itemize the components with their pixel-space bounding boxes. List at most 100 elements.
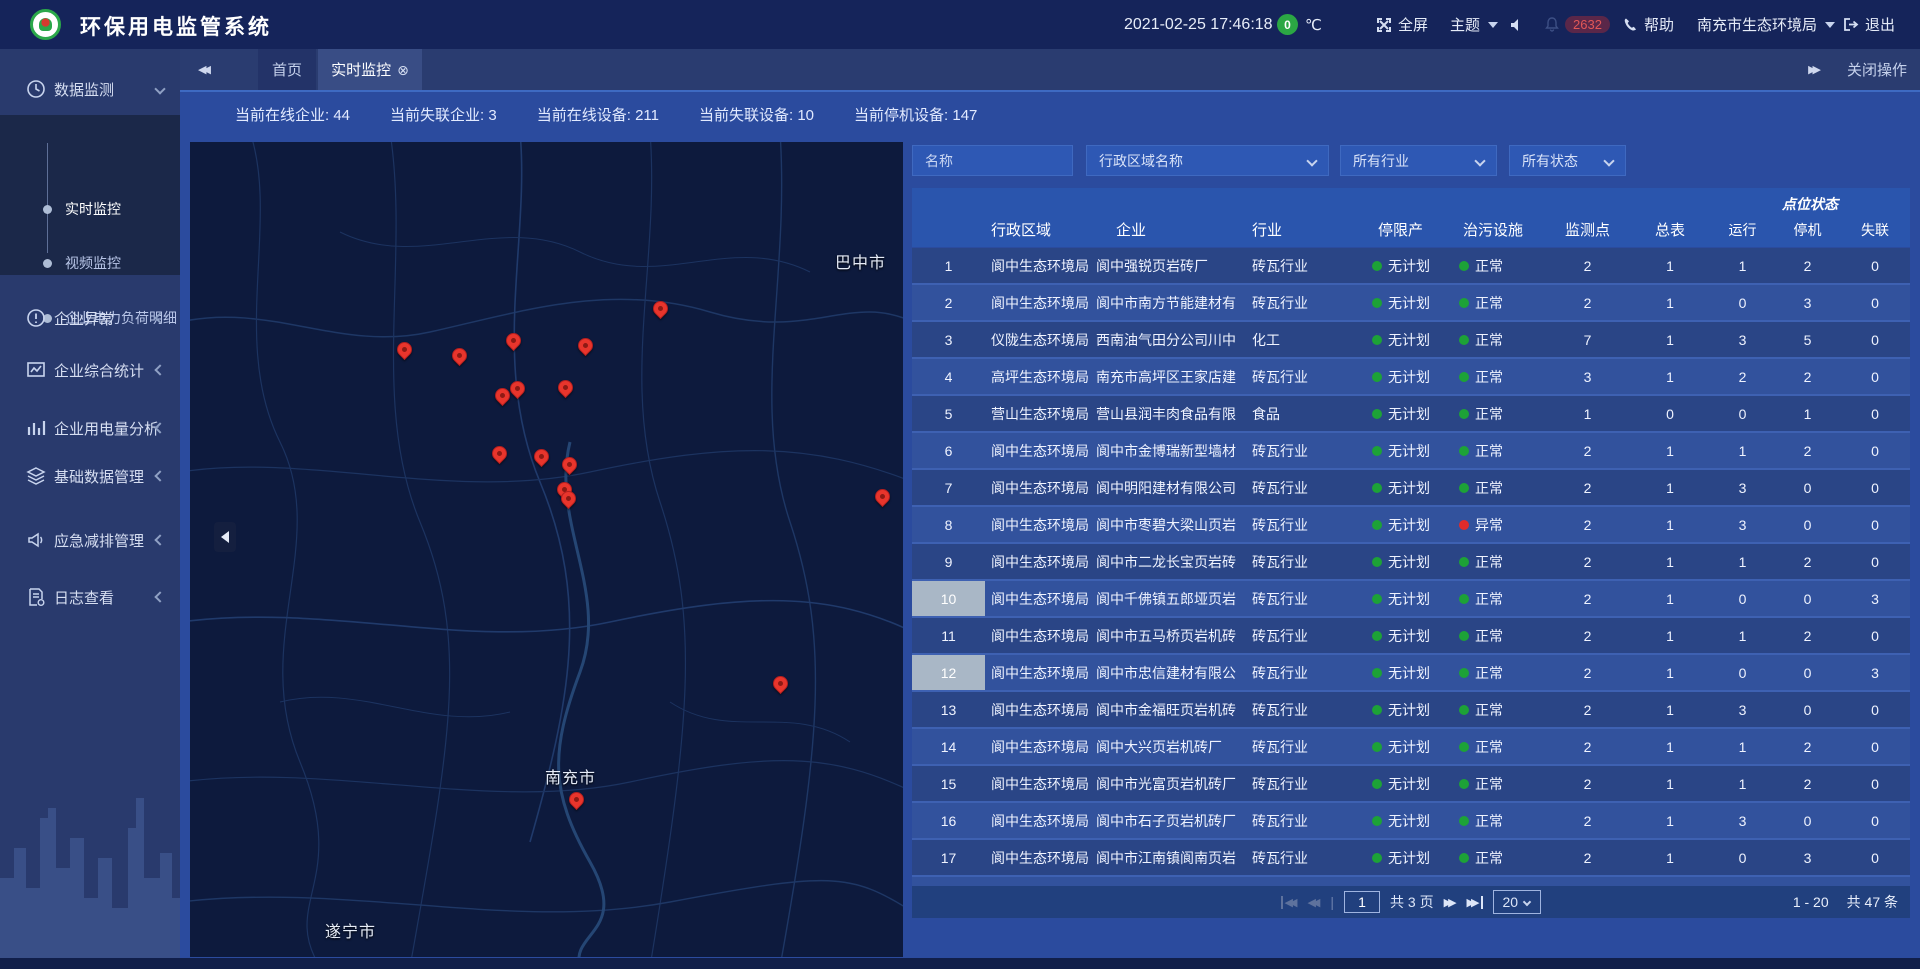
notifications-button[interactable]: 2632	[1545, 0, 1610, 49]
table-row[interactable]: 3 仪陇生态环境局 西南油气田分公司川中 化工 无计划 正常 7 1 3 5 0	[912, 322, 1910, 359]
table-row[interactable]: 18 南部生态环境局 南部县双佛土砖有限公 砖瓦行业 无计划 正常 2 1 0 …	[912, 877, 1910, 886]
tabs-scroll-right-button[interactable]: ▶▶	[1808, 63, 1821, 76]
first-page-button[interactable]: ◀◀	[1281, 896, 1298, 909]
help-button[interactable]: 帮助	[1623, 0, 1674, 49]
table-row[interactable]: 6 阆中生态环境局 阆中市金博瑞新型墙材 砖瓦行业 无计划 正常 2 1 1 2…	[912, 433, 1910, 470]
status-dot	[1372, 372, 1382, 382]
stats-window-icon	[26, 360, 46, 380]
map-roads	[190, 142, 903, 957]
app-header: 环保用电监管系统 2021-02-25 17:46:18 0 ℃ 全屏 主题 2…	[0, 0, 1920, 49]
page-number-input[interactable]	[1344, 891, 1380, 913]
table-row[interactable]: 12 阆中生态环境局 阆中市忠信建材有限公 砖瓦行业 无计划 正常 2 1 0 …	[912, 655, 1910, 692]
bar-chart-icon	[26, 418, 46, 438]
last-page-button[interactable]: ▶▶	[1467, 896, 1484, 909]
sidebar-item-company-statistics[interactable]: 企业综合统计	[0, 345, 180, 395]
table-row[interactable]: 5 营山生态环境局 营山县润丰肉食品有限 食品 无计划 正常 1 0 0 1 0	[912, 396, 1910, 433]
chevron-down-icon	[1306, 155, 1317, 166]
status-dot	[1459, 298, 1469, 308]
prev-page-button[interactable]: ◀◀	[1307, 896, 1320, 909]
status-dot	[1459, 853, 1469, 863]
sidebar-item-emergency[interactable]: 应急减排管理	[0, 515, 180, 565]
log-document-icon	[26, 587, 46, 607]
status-dot	[1372, 594, 1382, 604]
map-panel[interactable]: 巴中市 南充市 遂宁市	[190, 142, 903, 957]
table-row[interactable]: 11 阆中生态环境局 阆中市五马桥页岩机砖 砖瓦行业 无计划 正常 2 1 1 …	[912, 618, 1910, 655]
chevron-left-icon	[154, 591, 165, 602]
sidebar-item-logs[interactable]: 日志查看	[0, 572, 180, 622]
col-company: 企业	[1090, 212, 1240, 247]
page-size-select[interactable]: 20	[1493, 890, 1541, 914]
org-dropdown[interactable]: 南充市生态环境局	[1697, 0, 1835, 49]
sidebar-item-video-monitor[interactable]: 视频监控	[0, 243, 180, 283]
stats-bar: 当前在线企业: 44 当前失联企业: 3 当前在线设备: 211 当前失联设备:…	[235, 104, 977, 125]
col-index	[912, 212, 985, 247]
status-dot	[1459, 520, 1469, 530]
chevron-down-icon	[1523, 898, 1531, 906]
table-row[interactable]: 16 阆中生态环境局 阆中市石子页岩机砖厂 砖瓦行业 无计划 正常 2 1 3 …	[912, 803, 1910, 840]
table-row[interactable]: 13 阆中生态环境局 阆中市金福旺页岩机砖 砖瓦行业 无计划 正常 2 1 3 …	[912, 692, 1910, 729]
close-tab-icon[interactable]: ⊗	[397, 63, 409, 77]
next-page-button[interactable]: ▶▶	[1444, 896, 1457, 909]
status-dot	[1459, 557, 1469, 567]
chevron-left-icon	[154, 534, 165, 545]
main-content: 当前在线企业: 44 当前失联企业: 3 当前在线设备: 211 当前失联设备:…	[180, 90, 1920, 958]
table-row[interactable]: 14 阆中生态环境局 阆中大兴页岩机砖厂 砖瓦行业 无计划 正常 2 1 1 2…	[912, 729, 1910, 766]
col-industry: 行业	[1240, 212, 1350, 247]
sidebar-submenu: 实时监控 视频监控 企业电力负荷明细	[0, 115, 180, 275]
table-row[interactable]: 15 阆中生态环境局 阆中市光富页岩机砖厂 砖瓦行业 无计划 正常 2 1 1 …	[912, 766, 1910, 803]
map-collapse-button[interactable]	[214, 522, 236, 552]
clock-icon	[26, 79, 46, 99]
fullscreen-icon	[1376, 17, 1392, 33]
status-dot	[1459, 446, 1469, 456]
tab-home[interactable]: 首页	[258, 49, 316, 90]
tab-strip: ◀◀ 首页 实时监控 ⊗ ▶▶ 关闭操作	[180, 49, 1920, 90]
industry-select[interactable]: 所有行业	[1340, 145, 1497, 176]
datetime: 2021-02-25 17:46:18	[1124, 0, 1273, 49]
name-search-input[interactable]	[912, 145, 1073, 176]
fullscreen-button[interactable]: 全屏	[1376, 0, 1428, 49]
double-left-arrow-icon: ◀◀	[198, 63, 211, 76]
table-row[interactable]: 1 阆中生态环境局 阆中强锐页岩砖厂 砖瓦行业 无计划 正常 2 1 1 2 0	[912, 248, 1910, 285]
table-row[interactable]: 7 阆中生态环境局 阆中明阳建材有限公司 砖瓦行业 无计划 正常 2 1 3 0…	[912, 470, 1910, 507]
region-select[interactable]: 行政区域名称	[1086, 145, 1329, 176]
app-logo	[30, 9, 61, 40]
table-row[interactable]: 9 阆中生态环境局 阆中市二龙长宝页岩砖 砖瓦行业 无计划 正常 2 1 1 2…	[912, 544, 1910, 581]
col-lost: 失联	[1840, 212, 1910, 247]
triangle-left-icon	[221, 531, 229, 543]
filter-bar: 行政区域名称 所有行业 所有状态	[912, 145, 1910, 177]
status-dot	[1459, 335, 1469, 345]
table-row[interactable]: 4 高坪生态环境局 南充市高坪区王家店建 砖瓦行业 无计划 正常 3 1 2 2…	[912, 359, 1910, 396]
sidebar-item-company-abnormal[interactable]: 企业异常	[0, 293, 180, 343]
status-dot	[1372, 335, 1382, 345]
theme-dropdown[interactable]: 主题	[1450, 0, 1498, 49]
table-row[interactable]: 8 阆中生态环境局 阆中市枣碧大梁山页岩 砖瓦行业 无计划 异常 2 1 3 0…	[912, 507, 1910, 544]
tab-realtime-monitor[interactable]: 实时监控 ⊗	[318, 49, 422, 90]
col-facility: 治污设施	[1455, 212, 1545, 247]
close-operations-button[interactable]: 关闭操作	[1847, 59, 1907, 80]
chevron-down-icon	[1488, 22, 1498, 28]
sound-button[interactable]	[1510, 0, 1524, 49]
status-dot	[1372, 261, 1382, 271]
table-row[interactable]: 2 阆中生态环境局 阆中市南方节能建材有 砖瓦行业 无计划 正常 2 1 0 3…	[912, 285, 1910, 322]
phone-icon	[1623, 17, 1638, 32]
total-count-label: 共 47 条	[1847, 892, 1898, 912]
status-select[interactable]: 所有状态	[1509, 145, 1626, 176]
sidebar-item-data-monitor[interactable]: 数据监测	[0, 64, 180, 114]
tabs-scroll-left-button[interactable]: ◀◀	[198, 49, 211, 90]
sidebar-item-power-analysis[interactable]: 企业用电量分析	[0, 403, 180, 453]
stat-online-companies: 当前在线企业: 44	[235, 104, 350, 125]
sidebar-item-base-data[interactable]: 基础数据管理	[0, 451, 180, 501]
logout-button[interactable]: 退出	[1843, 0, 1895, 49]
table-row[interactable]: 17 阆中生态环境局 阆中市江南镇阆南页岩 砖瓦行业 无计划 正常 2 1 0 …	[912, 840, 1910, 877]
status-dot	[1372, 520, 1382, 530]
chevron-down-icon	[1474, 155, 1485, 166]
table-row[interactable]: 10 阆中生态环境局 阆中千佛镇五郎垭页岩 砖瓦行业 无计划 正常 2 1 0 …	[912, 581, 1910, 618]
megaphone-icon	[26, 530, 46, 550]
sidebar-item-realtime-monitor[interactable]: 实时监控	[0, 189, 180, 229]
pagination-bar: ◀◀ ◀◀ | 共 3 页 ▶▶ ▶▶ 20 1 - 20 共 47 条	[912, 886, 1910, 918]
col-region: 行政区域	[985, 212, 1090, 247]
status-dot	[1459, 483, 1469, 493]
map-city-label: 遂宁市	[325, 918, 376, 942]
col-points: 监测点	[1545, 212, 1630, 247]
chevron-down-icon	[1825, 22, 1835, 28]
